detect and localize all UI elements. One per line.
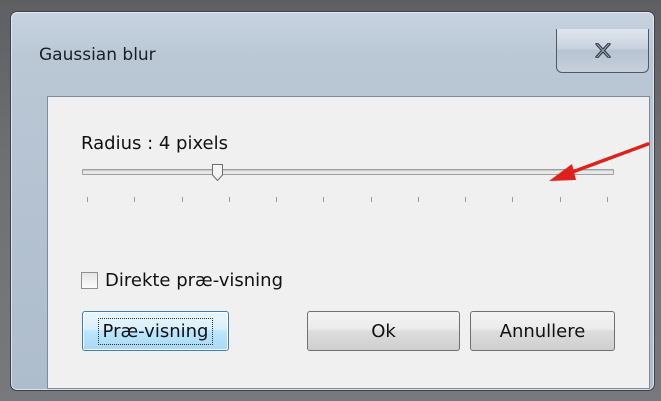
slider-tick [607,197,608,202]
slider-tick [371,197,372,202]
slider-tick [134,197,135,202]
ok-button[interactable]: Ok [307,311,460,351]
slider-tick [418,197,419,202]
slider-tick [87,197,88,202]
close-button[interactable] [556,29,649,73]
slider-tick [182,197,183,202]
preview-button[interactable]: Præ-visning [82,311,229,351]
direct-preview-checkbox[interactable] [81,272,98,289]
preview-button-label: Præ-visning [97,317,214,345]
slider-track[interactable] [82,169,614,175]
slider-tick [560,197,561,202]
gaussian-blur-dialog: Gaussian blur Radius : 4 pixels Direkte … [10,11,655,391]
direct-preview-label: Direkte præ-visning [105,270,284,291]
dialog-title: Gaussian blur [39,45,156,65]
slider-tick [229,197,230,202]
slider-tick [512,197,513,202]
close-icon [594,43,611,58]
slider-thumb[interactable] [212,164,223,182]
cancel-button[interactable]: Annullere [470,311,615,351]
radius-label: Radius : 4 pixels [81,133,229,154]
slider-tick [465,197,466,202]
direct-preview-row[interactable]: Direkte præ-visning [81,270,283,291]
red-arrow-icon [549,142,650,181]
radius-slider[interactable] [82,164,614,207]
slider-tick [323,197,324,202]
slider-tick [276,197,277,202]
